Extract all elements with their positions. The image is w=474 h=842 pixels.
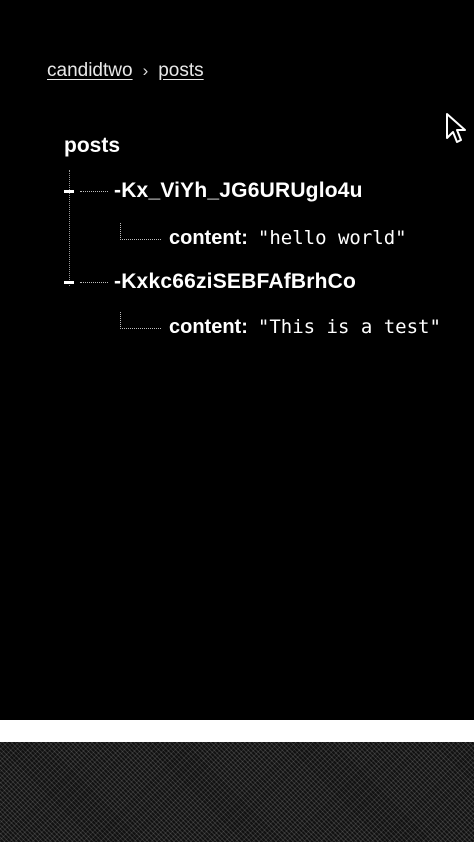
node-key[interactable]: -Kx_ViYh_JG6URUglo4u xyxy=(114,179,363,203)
tree-leaf[interactable]: content : "hello world" xyxy=(120,222,407,252)
node-key[interactable]: -Kxkc66ziSEBFAfBrhCo xyxy=(114,270,356,294)
bottom-noise-band xyxy=(0,720,474,842)
collapse-minus-icon[interactable] xyxy=(64,189,74,193)
breadcrumb-current-link[interactable]: posts xyxy=(158,60,203,82)
breadcrumb-separator-icon: › xyxy=(142,61,149,80)
leaf-field-name[interactable]: content xyxy=(169,316,241,339)
tree-connector xyxy=(80,190,108,192)
leaf-value[interactable]: "This is a test" xyxy=(258,316,441,338)
tree-connector xyxy=(80,281,108,283)
collapse-minus-icon[interactable] xyxy=(64,280,74,284)
leaf-colon: : xyxy=(241,315,248,338)
mouse-pointer-icon xyxy=(446,113,466,143)
tree-leaf[interactable]: content : "This is a test" xyxy=(120,311,441,341)
bottom-bar xyxy=(0,720,474,742)
tree-connector xyxy=(120,311,161,329)
tree-connector xyxy=(120,222,161,240)
leaf-colon: : xyxy=(241,226,248,249)
leaf-field-name[interactable]: content xyxy=(169,227,241,250)
breadcrumb-root-link[interactable]: candidtwo xyxy=(47,60,133,82)
tree-root-node[interactable]: posts xyxy=(64,134,120,158)
leaf-value[interactable]: "hello world" xyxy=(258,227,407,249)
breadcrumb: candidtwo › posts xyxy=(47,58,204,84)
tree-node[interactable]: -Kx_ViYh_JG6URUglo4u xyxy=(64,178,363,204)
tree-node[interactable]: -Kxkc66ziSEBFAfBrhCo xyxy=(64,269,356,295)
